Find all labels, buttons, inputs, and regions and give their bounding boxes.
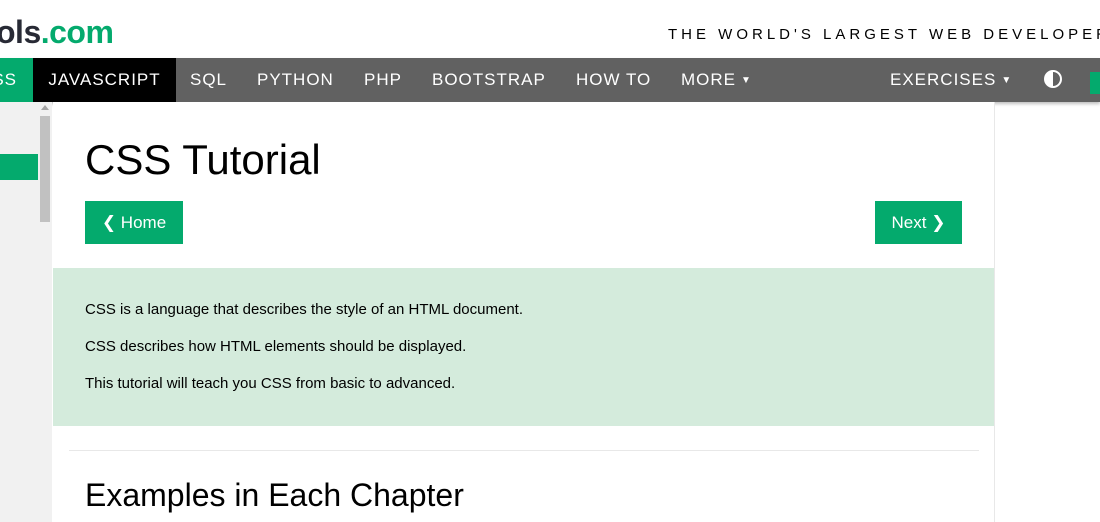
intro-text: This tutorial will teach you CSS from ba… bbox=[85, 375, 456, 392]
logo-text-green: .com bbox=[40, 14, 114, 50]
left-sidebar bbox=[0, 102, 52, 522]
main-content: CSS Tutorial ❮ Home Next ❯ CSS is a lang… bbox=[53, 102, 995, 522]
section-heading: Examples in Each Chapter bbox=[85, 477, 464, 513]
caret-down-icon: ▼ bbox=[1001, 75, 1013, 86]
nav-item-sql[interactable]: SQL bbox=[190, 58, 227, 102]
nav-item-css[interactable]: SS bbox=[0, 58, 33, 102]
nav-item-php-label: PHP bbox=[364, 70, 402, 89]
next-button[interactable]: Next ❯ bbox=[875, 201, 962, 244]
nav-item-exercises-label: EXERCISES bbox=[890, 70, 997, 89]
sidebar-active-item[interactable] bbox=[0, 154, 38, 180]
scrollbar-thumb[interactable] bbox=[40, 116, 50, 222]
intro-panel: CSS is a language that describes the sty… bbox=[53, 268, 994, 426]
nav-item-bootstrap-label: BOOTSTRAP bbox=[432, 70, 546, 89]
top-header: ols.com THE WORLD'S LARGEST WEB DEVELOPE… bbox=[0, 0, 1100, 58]
nav-item-python[interactable]: PYTHON bbox=[257, 58, 334, 102]
site-logo[interactable]: ols.com bbox=[0, 12, 114, 52]
theme-toggle-button[interactable] bbox=[1040, 58, 1066, 102]
intro-text: CSS describes how HTML elements should b… bbox=[85, 338, 467, 355]
page-title: CSS Tutorial bbox=[85, 136, 321, 183]
caret-down-icon: ▼ bbox=[741, 75, 752, 86]
top-navigation: SS JAVASCRIPT SQL PYTHON PHP BOOTSTRAP H… bbox=[0, 58, 1100, 102]
nav-item-python-label: PYTHON bbox=[257, 70, 334, 89]
nav-item-css-label: SS bbox=[0, 70, 17, 89]
nav-edge-button[interactable] bbox=[1090, 72, 1100, 94]
sidebar-scrollbar[interactable] bbox=[38, 102, 52, 522]
nav-item-exercises[interactable]: EXERCISES ▼ bbox=[890, 58, 1012, 102]
right-divider bbox=[994, 102, 995, 522]
nav-item-how-to-label: HOW TO bbox=[576, 70, 652, 89]
nav-item-sql-label: SQL bbox=[190, 70, 228, 89]
nav-item-php[interactable]: PHP bbox=[364, 58, 402, 102]
contrast-icon bbox=[1044, 69, 1062, 88]
logo-text-dark: ols bbox=[0, 14, 41, 50]
scroll-up-arrow-icon[interactable] bbox=[41, 105, 49, 110]
nav-item-how-to[interactable]: HOW TO bbox=[576, 58, 651, 102]
divider bbox=[69, 450, 979, 451]
home-button[interactable]: ❮ Home bbox=[85, 201, 183, 244]
intro-text: CSS is a language that describes the sty… bbox=[85, 301, 524, 318]
nav-item-javascript[interactable]: JAVASCRIPT bbox=[33, 58, 176, 102]
site-tagline: THE WORLD'S LARGEST WEB DEVELOPER bbox=[668, 26, 1100, 43]
nav-item-more-label: MORE bbox=[681, 70, 736, 89]
page: ols.com THE WORLD'S LARGEST WEB DEVELOPE… bbox=[0, 0, 1100, 522]
nav-item-javascript-label: JAVASCRIPT bbox=[48, 70, 161, 89]
nav-item-bootstrap[interactable]: BOOTSTRAP bbox=[432, 58, 546, 102]
nav-item-more[interactable]: MORE ▼ bbox=[681, 58, 752, 102]
